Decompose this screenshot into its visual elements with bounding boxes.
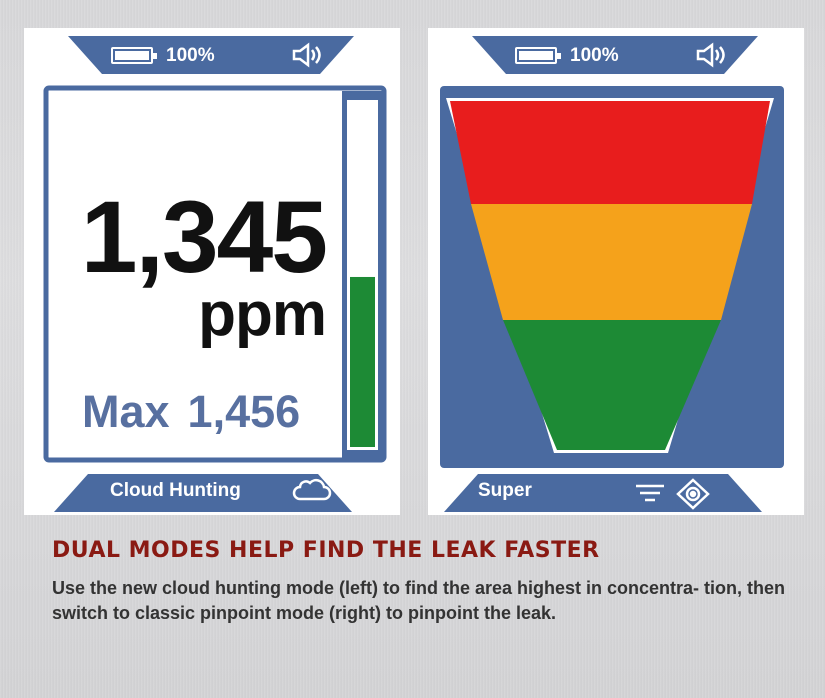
band-medium — [471, 204, 752, 320]
pinpoint-frame — [440, 36, 784, 512]
pinpoint-screen: 100% Super — [428, 28, 804, 515]
speaker-icon[interactable] — [695, 42, 729, 68]
band-high — [450, 101, 770, 204]
max-reading: Max 1,456 — [82, 388, 300, 436]
page: { "left_screen": { "battery_percent_labe… — [0, 0, 825, 698]
speaker-icon[interactable] — [291, 42, 325, 68]
max-value: 1,456 — [187, 386, 301, 437]
concentration-reading: 1,345 — [80, 180, 328, 294]
battery-percent-label: 100% — [166, 45, 215, 66]
battery-icon — [111, 47, 157, 64]
max-label: Max — [82, 386, 170, 437]
concentration-unit: ppm — [198, 280, 327, 349]
battery-percent-label: 100% — [570, 45, 619, 66]
caption-body: Use the new cloud hunting mode (left) to… — [52, 578, 786, 623]
battery-icon — [515, 47, 561, 64]
caption-title: DUAL MODES HELP FIND THE LEAK FASTER — [52, 538, 600, 563]
mode-label-super: Super — [478, 480, 532, 501]
cloud-hunting-screen: 100% 1,345 ppm Max 1,456 Cloud Hunting — [24, 28, 400, 515]
concentration-level-bar — [350, 276, 375, 447]
mode-label-cloud-hunting: Cloud Hunting — [110, 480, 241, 501]
